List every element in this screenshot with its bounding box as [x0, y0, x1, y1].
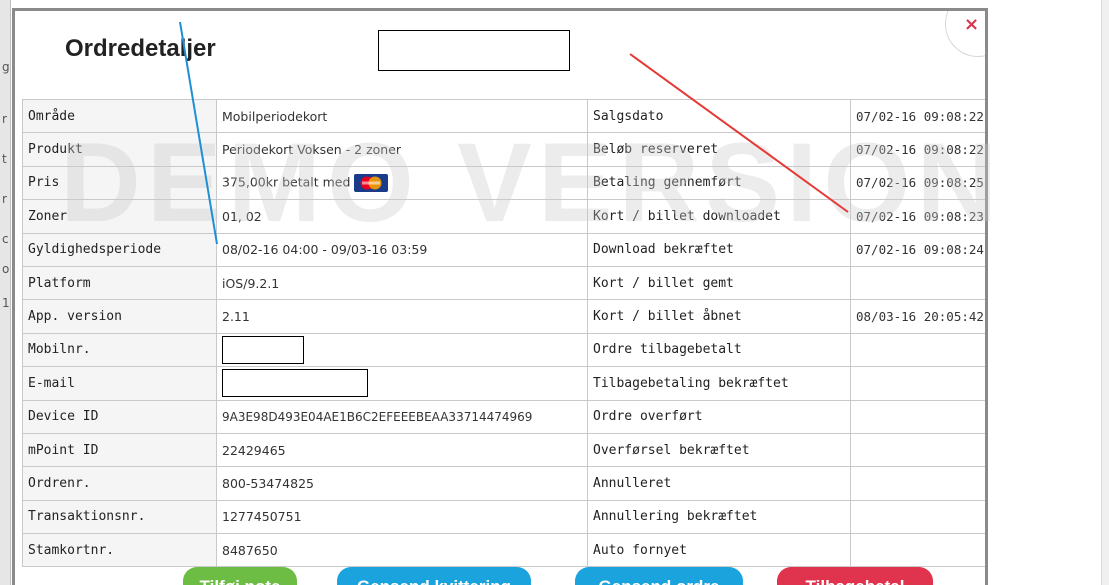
- close-icon[interactable]: ×: [964, 14, 979, 35]
- event-time: [850, 533, 985, 568]
- table-row: Produkt Periodekort Voksen - 2 zoner Bel…: [22, 132, 985, 167]
- event-label: Kort / billet downloadet: [587, 199, 851, 234]
- background-text-fragment: t: [2, 152, 7, 166]
- detail-label: Pris: [22, 165, 217, 201]
- table-row: E-mail Tilbagebetaling bekræftet: [22, 366, 985, 401]
- order-details-modal: Ordredetaljer × Område Mobilperiodekort …: [12, 8, 988, 585]
- table-row: Ordrenr. 800-53474825 Annulleret: [22, 466, 985, 501]
- order-details-table: Område Mobilperiodekort Salgsdato 07/02-…: [22, 98, 985, 568]
- event-time: 07/02-16 09:08:22: [850, 132, 985, 167]
- event-time: [850, 499, 985, 535]
- table-row: Pris 375,00kr betalt med Betaling gennem…: [22, 165, 985, 201]
- detail-label: App. version: [22, 299, 217, 334]
- table-row: Transaktionsnr. 1277450751 Annullering b…: [22, 499, 985, 535]
- background-right-area: [990, 0, 1109, 585]
- event-label: Overførsel bekræftet: [587, 432, 851, 468]
- event-time: [850, 466, 985, 501]
- event-time: 07/02-16 09:08:24: [850, 232, 985, 267]
- modal-title: Ordredetaljer: [65, 35, 216, 62]
- background-text-fragment: r: [2, 192, 7, 206]
- detail-value-redacted: [216, 366, 588, 401]
- event-label: Download bekræftet: [587, 232, 851, 267]
- detail-value: 01, 02: [216, 199, 588, 234]
- price-text: 375,00kr betalt med: [222, 174, 351, 190]
- event-label: Salgsdato: [587, 98, 851, 134]
- detail-value: 8487650: [216, 533, 588, 568]
- table-row: Platform iOS/9.2.1 Kort / billet gemt: [22, 265, 985, 301]
- detail-label: Zoner: [22, 199, 217, 234]
- event-time: 07/02-16 09:08:23: [850, 199, 985, 234]
- detail-value: 9A3E98D493E04AE1B6C2EFEEEBEAA33714474969: [216, 399, 588, 434]
- detail-label: Gyldighedsperiode: [22, 232, 217, 267]
- background-scrollbar[interactable]: [1101, 0, 1109, 585]
- resend-receipt-button[interactable]: Gensend kvittering: [337, 567, 531, 585]
- table-row: Zoner 01, 02 Kort / billet downloadet 07…: [22, 199, 985, 234]
- table-row: mPoint ID 22429465 Overførsel bekræftet: [22, 432, 985, 468]
- refund-button[interactable]: Tilbagebetal: [777, 567, 933, 585]
- event-time: [850, 265, 985, 301]
- detail-label: E-mail: [22, 366, 217, 401]
- detail-value: 22429465: [216, 432, 588, 468]
- event-label: Annullering bekræftet: [587, 499, 851, 535]
- event-time: [850, 332, 985, 368]
- event-label: Tilbagebetaling bekræftet: [587, 366, 851, 401]
- detail-value-redacted: [216, 332, 588, 368]
- table-row: Gyldighedsperiode 08/02-16 04:00 - 09/03…: [22, 232, 985, 267]
- event-label: Betaling gennemført: [587, 165, 851, 201]
- background-text-fragment: r: [2, 112, 7, 126]
- detail-label: Område: [22, 98, 217, 134]
- detail-label: Produkt: [22, 132, 217, 167]
- resend-order-button[interactable]: Gensend ordre: [575, 567, 743, 585]
- detail-value: 2.11: [216, 299, 588, 334]
- event-label: Auto fornyet: [587, 533, 851, 568]
- detail-label: mPoint ID: [22, 432, 217, 468]
- detail-value: 800-53474825: [216, 466, 588, 501]
- detail-value: 08/02-16 04:00 - 09/03-16 03:59: [216, 232, 588, 267]
- redacted-field: [378, 30, 570, 71]
- mastercard-icon: [354, 173, 389, 192]
- detail-value: Mobilperiodekort: [216, 98, 588, 134]
- detail-value: Periodekort Voksen - 2 zoner: [216, 132, 588, 167]
- background-text-fragment: 1: [2, 296, 10, 310]
- redacted-email-field: [222, 369, 368, 398]
- table-row: Område Mobilperiodekort Salgsdato 07/02-…: [22, 98, 985, 134]
- detail-label: Platform: [22, 265, 217, 301]
- event-time: 07/02-16 09:08:25: [850, 165, 985, 201]
- event-label: Kort / billet åbnet: [587, 299, 851, 334]
- detail-value: 1277450751: [216, 499, 588, 535]
- detail-label: Mobilnr.: [22, 332, 217, 368]
- event-time: [850, 399, 985, 434]
- detail-label: Ordrenr.: [22, 466, 217, 501]
- event-time: 07/02-16 09:08:22: [850, 98, 985, 134]
- detail-label: Device ID: [22, 399, 217, 434]
- event-time: [850, 432, 985, 468]
- detail-value: iOS/9.2.1: [216, 265, 588, 301]
- redacted-phone-field: [222, 335, 304, 364]
- event-time: [850, 366, 985, 401]
- details-table-body: Område Mobilperiodekort Salgsdato 07/02-…: [22, 98, 985, 568]
- add-note-button[interactable]: Tilføj note: [183, 567, 297, 585]
- background-text-fragment: o: [2, 262, 10, 276]
- detail-label: Transaktionsnr.: [22, 499, 217, 535]
- detail-label: Stamkortnr.: [22, 533, 217, 568]
- table-row: Mobilnr. Ordre tilbagebetalt: [22, 332, 985, 368]
- background-text-fragment: c: [2, 232, 9, 246]
- detail-value-price: 375,00kr betalt med: [216, 165, 588, 201]
- event-label: Kort / billet gemt: [587, 265, 851, 301]
- event-time: 08/03-16 20:05:42: [850, 299, 985, 334]
- close-button[interactable]: ×: [945, 11, 985, 57]
- table-row: Stamkortnr. 8487650 Auto fornyet: [22, 533, 985, 568]
- event-label: Ordre overført: [587, 399, 851, 434]
- background-text-fragment: g: [2, 60, 10, 74]
- event-label: Beløb reserveret: [587, 132, 851, 167]
- event-label: Ordre tilbagebetalt: [587, 332, 851, 368]
- table-row: App. version 2.11 Kort / billet åbnet 08…: [22, 299, 985, 334]
- event-label: Annulleret: [587, 466, 851, 501]
- table-row: Device ID 9A3E98D493E04AE1B6C2EFEEEBEAA3…: [22, 399, 985, 434]
- background-left-strip: g r t r c o 1: [0, 0, 11, 585]
